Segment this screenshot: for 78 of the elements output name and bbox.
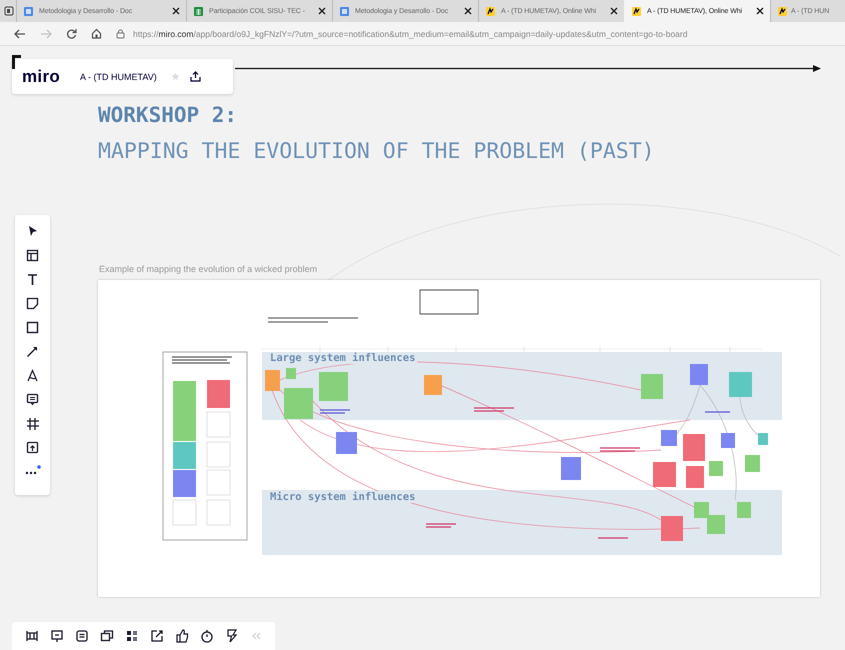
favicon-icon [777,6,788,16]
chat-icon[interactable] [75,629,89,643]
sticky-note [265,370,280,391]
sticky-note [690,364,708,385]
sticky-note [173,442,196,469]
lane-label: Large system influences [268,352,418,364]
star-icon[interactable] [170,72,180,81]
frames-icon[interactable] [25,629,39,643]
select-cursor-icon[interactable] [26,225,39,238]
timer-icon[interactable] [200,629,214,643]
close-icon[interactable] [318,7,326,15]
cards-icon[interactable] [100,629,114,643]
sticky-note [284,388,313,419]
empty-slot [206,500,230,526]
sticky-note [286,368,296,379]
sticky-note [173,470,196,497]
upload-icon[interactable] [26,441,39,454]
sticky-note [319,372,348,401]
close-icon[interactable] [610,7,618,15]
sticky-note [686,466,704,488]
site-info-icon[interactable] [116,28,125,38]
back-icon[interactable] [14,28,26,38]
text-tool-icon[interactable] [26,273,39,286]
close-icon[interactable] [756,7,764,15]
sticky-note [336,432,357,454]
lane-label: Micro system influences [268,491,418,503]
empty-slot [206,412,230,438]
favicon-icon [23,6,34,16]
close-icon[interactable] [464,7,472,15]
sticky-note [653,462,676,487]
lightning-icon[interactable] [225,629,239,643]
sticky-note [207,380,230,408]
thumbs-up-icon[interactable] [175,629,189,643]
sticky-note [758,433,768,445]
sticky-note-icon[interactable] [26,297,39,310]
export-icon[interactable] [190,71,201,82]
close-icon[interactable] [172,7,180,15]
sticky-note [173,412,196,441]
presentation-icon[interactable] [50,629,64,643]
tab-actions-icon[interactable] [4,6,14,16]
sticky-note [737,502,751,518]
favicon-icon [485,6,496,16]
sticky-note [729,372,752,397]
shape-icon[interactable] [26,321,39,334]
home-icon[interactable] [91,28,102,39]
connection-line-icon[interactable] [26,345,39,358]
grid-icon[interactable] [125,629,139,643]
sticky-note [661,516,683,541]
corner-mark-icon [12,55,21,69]
pen-icon[interactable] [26,369,39,382]
sticky-note [707,515,725,534]
workshop-subtitle: MAPPING THE EVOLUTION OF THE PROBLEM (PAST) [98,139,655,164]
frame-icon[interactable] [26,417,39,430]
sticky-note [173,381,196,412]
sticky-note [424,375,442,395]
frame-caption: Example of mapping the evolution of a wicked problem [99,264,318,274]
board-name[interactable]: A - (TD HUMETAV) [76,68,161,84]
favicon-icon [631,6,642,16]
miro-logo[interactable]: miro [22,66,60,86]
share-screen-icon[interactable] [150,629,164,643]
template-icon[interactable] [26,249,39,262]
reload-icon[interactable] [66,28,77,39]
more-tools-icon[interactable] [24,465,40,477]
sticky-note [709,461,723,476]
sticky-note [694,502,709,518]
favicon-icon [339,6,350,16]
empty-slot [206,470,230,496]
favicon-icon [193,6,204,16]
sticky-note [661,430,677,446]
sticky-note [641,374,663,399]
sticky-note [745,455,760,472]
sticky-note [721,433,735,448]
empty-slot [206,442,230,468]
sticky-note [683,434,705,461]
empty-slot [172,500,196,526]
workshop-title: WORKSHOP 2: [98,103,238,127]
comment-icon[interactable] [26,393,39,406]
sticky-note [561,457,581,480]
